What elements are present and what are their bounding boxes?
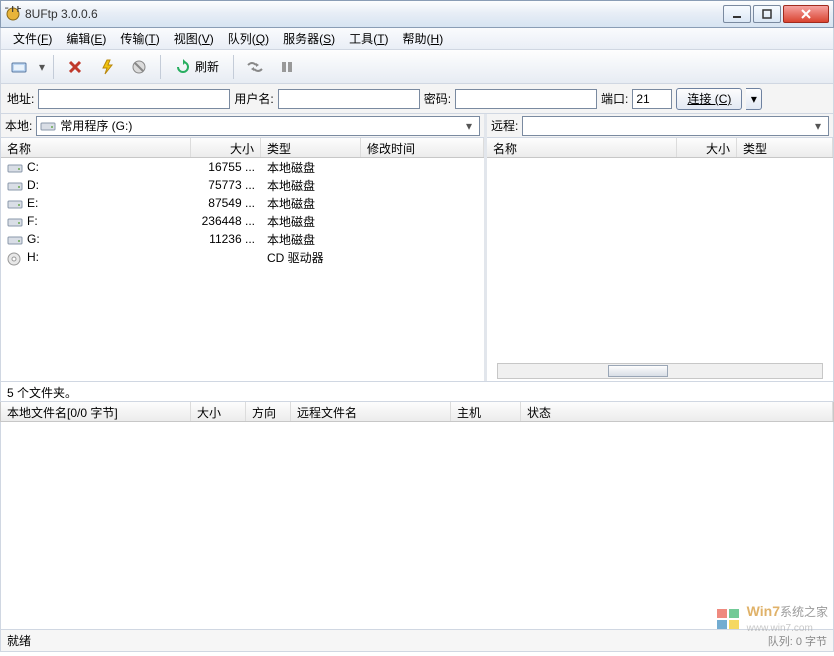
local-pane: 本地: 常用程序 (G:) ▾ 名称 大小 类型 修改时间 C:16755 ..… [1,114,487,381]
col-type[interactable]: 类型 [737,138,833,157]
username-input[interactable] [278,89,420,109]
menu-view[interactable]: 视图(V) [168,28,220,49]
remote-pane: 远程: ▾ 名称 大小 类型 [487,114,833,381]
local-path-text: 常用程序 (G:) [60,117,132,134]
port-label: 端口: [601,90,628,107]
drive-icon [7,162,23,174]
minimize-button[interactable] [723,5,751,23]
local-file-list[interactable]: C:16755 ...本地磁盘D:75773 ...本地磁盘E:87549 ..… [1,158,484,381]
menu-tools[interactable]: 工具(T) [343,28,394,49]
remote-list-header: 名称 大小 类型 [487,138,833,158]
col-localname[interactable]: 本地文件名[0/0 字节] [1,402,191,421]
menu-bar: 文件(F) 编辑(E) 传输(T) 视图(V) 队列(Q) 服务器(S) 工具(… [0,28,834,50]
status-bar: 就绪 队列: 0 字节 [0,630,834,652]
local-list-header: 名称 大小 类型 修改时间 [1,138,484,158]
username-label: 用户名: [234,90,273,107]
horizontal-scrollbar[interactable] [497,363,823,379]
svg-text:FTP: FTP [5,6,21,15]
col-size[interactable]: 大小 [677,138,737,157]
maximize-button[interactable] [753,5,781,23]
table-row[interactable]: F:236448 ...本地磁盘 [1,212,484,230]
dropdown-arrow-icon[interactable]: ▾ [39,60,45,74]
local-status: 5 个文件夹。 [0,382,834,402]
remote-file-list[interactable] [487,158,833,381]
drive-icon [7,180,23,192]
toolbar: ▾ 刷新 [0,50,834,84]
refresh-icon [175,59,191,75]
table-row[interactable]: E:87549 ...本地磁盘 [1,194,484,212]
col-size[interactable]: 大小 [191,402,246,421]
sync-icon[interactable] [242,54,268,80]
table-row[interactable]: C:16755 ...本地磁盘 [1,158,484,176]
drive-icon [40,120,56,132]
col-status[interactable]: 状态 [521,402,833,421]
window-title: 8UFtp 3.0.0.6 [25,7,723,21]
local-label: 本地: [5,117,32,134]
password-input[interactable] [455,89,597,109]
chevron-down-icon[interactable]: ▾ [462,119,476,133]
menu-help[interactable]: 帮助(H) [397,28,450,49]
table-row[interactable]: D:75773 ...本地磁盘 [1,176,484,194]
close-button[interactable] [783,5,829,23]
address-label: 地址: [7,90,34,107]
connection-bar: 地址: 用户名: 密码: 端口: 连接 (C)▾ [0,84,834,114]
col-mtime[interactable]: 修改时间 [361,138,484,157]
cancel-icon[interactable] [126,54,152,80]
table-row[interactable]: H:CD 驱动器 [1,248,484,266]
queue-list[interactable] [0,422,834,630]
table-row[interactable]: G:11236 ...本地磁盘 [1,230,484,248]
connect-icon[interactable] [7,54,33,80]
drive-icon [7,252,23,264]
col-name[interactable]: 名称 [487,138,677,157]
chevron-down-icon[interactable]: ▾ [811,119,825,133]
status-queue: 队列: 0 字节 [768,633,827,649]
col-host[interactable]: 主机 [451,402,521,421]
address-input[interactable] [38,89,230,109]
password-label: 密码: [424,90,451,107]
menu-server[interactable]: 服务器(S) [277,28,341,49]
col-type[interactable]: 类型 [261,138,361,157]
disconnect-icon[interactable] [62,54,88,80]
col-remotename[interactable]: 远程文件名 [291,402,451,421]
drive-icon [7,198,23,210]
col-name[interactable]: 名称 [1,138,191,157]
refresh-button[interactable]: 刷新 [169,54,225,80]
local-path-combo[interactable]: 常用程序 (G:) ▾ [36,116,480,136]
port-input[interactable] [632,89,672,109]
app-icon: FTP [5,6,21,22]
drive-icon [7,216,23,228]
menu-transfer[interactable]: 传输(T) [114,28,165,49]
refresh-label: 刷新 [195,58,219,75]
menu-edit[interactable]: 编辑(E) [60,28,112,49]
pause-icon[interactable] [274,54,300,80]
drive-icon [7,234,23,246]
menu-queue[interactable]: 队列(Q) [222,28,275,49]
connect-button[interactable]: 连接 (C) [676,88,742,110]
connect-dropdown[interactable]: ▾ [746,88,762,110]
menu-file[interactable]: 文件(F) [7,28,58,49]
col-dir[interactable]: 方向 [246,402,291,421]
remote-path-combo[interactable]: ▾ [522,116,829,136]
quickconnect-icon[interactable] [94,54,120,80]
title-bar: FTP 8UFtp 3.0.0.6 [0,0,834,28]
col-size[interactable]: 大小 [191,138,261,157]
status-ready: 就绪 [7,632,31,649]
remote-label: 远程: [491,117,518,134]
queue-header: 本地文件名[0/0 字节] 大小 方向 远程文件名 主机 状态 [0,402,834,422]
